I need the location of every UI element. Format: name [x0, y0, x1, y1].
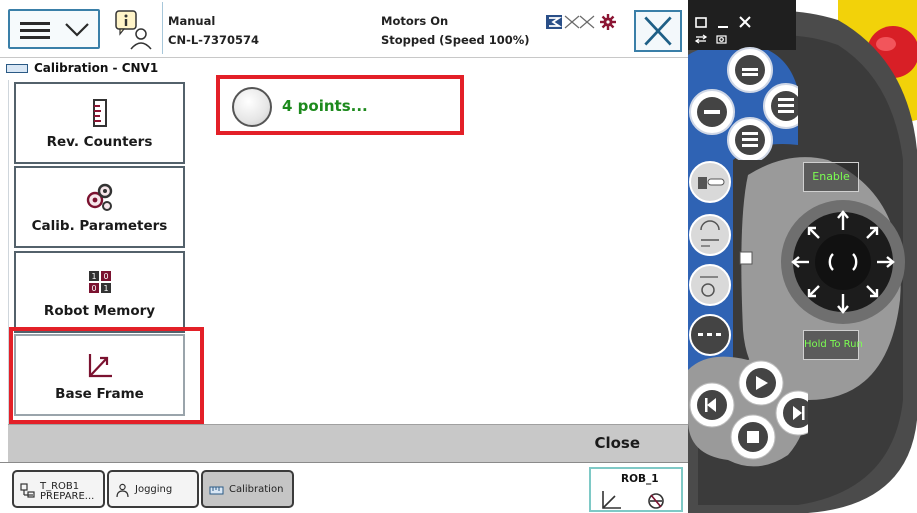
svg-text:0: 0: [91, 284, 96, 293]
jogging-icon: [116, 483, 129, 498]
base-frame-icon: [88, 354, 112, 378]
view-title-bar: Calibration - CNV1: [0, 58, 688, 80]
programmable-key-1: [727, 47, 773, 93]
operating-mode-block: Manual CN-L-7370574: [168, 12, 259, 50]
close-window-button[interactable]: [634, 10, 682, 52]
programmable-key-3: [763, 83, 798, 129]
mechanical-unit-icon: [564, 15, 595, 29]
command-bar: Close: [8, 424, 688, 462]
close-icon: [644, 16, 672, 46]
svg-text:0: 0: [103, 272, 108, 281]
top-status-bar: Manual CN-L-7370574 Motors On Stopped (S…: [0, 0, 688, 58]
controller-state-block: Motors On Stopped (Speed 100%): [381, 12, 530, 50]
event-log-icon[interactable]: [112, 8, 156, 52]
program-state: Stopped (Speed 100%): [381, 33, 530, 47]
motion-mode-key: [689, 214, 731, 256]
increment-key: [689, 314, 731, 356]
task-jogging-label: Jogging: [135, 484, 173, 495]
task-program-line2: PREPARE...: [40, 491, 95, 502]
svg-text:1: 1: [103, 284, 108, 293]
rev-counters-label: Rev. Counters: [46, 134, 153, 150]
calib-parameters-icon: [86, 183, 112, 211]
task-program[interactable]: T_ROB1 PREPARE...: [12, 470, 105, 508]
robot-unit-label: ROB_1: [621, 473, 659, 485]
four-points-label: 4 points...: [282, 97, 368, 115]
programmable-key-4: [727, 117, 773, 160]
task-calibration[interactable]: Calibration: [201, 470, 294, 508]
controller-id: CN-L-7370574: [168, 33, 259, 47]
taskbar: T_ROB1 PREPARE... Jogging Calibration RO…: [0, 462, 688, 513]
coordinate-system-icon: [602, 491, 664, 509]
app-root: Manual CN-L-7370574 Motors On Stopped (S…: [0, 0, 917, 513]
settings-gear-icon: [600, 14, 616, 30]
quickset-mechanical-unit[interactable]: ROB_1: [589, 467, 683, 512]
motors-state: Motors On: [381, 14, 449, 28]
robot-memory-label: Robot Memory: [43, 303, 156, 319]
program-status-icon: [546, 15, 562, 29]
virtual-flexpendant-device: Enable Hold To Run: [688, 0, 917, 513]
calib-parameters-button[interactable]: Calib. Parameters: [14, 166, 185, 248]
robot-memory-button[interactable]: 1 0 0 1 Robot Memory: [14, 251, 185, 333]
hold-to-run-button[interactable]: Hold To Run: [803, 330, 863, 360]
step-forward-button: [775, 390, 808, 436]
calibration-view-icon: [6, 64, 28, 73]
calibration-icon: [209, 486, 224, 495]
view-title: Calibration - CNV1: [34, 61, 159, 75]
select-mechanical-unit-key: [689, 161, 731, 203]
stop-button: [730, 414, 776, 460]
close-device-icon: [739, 16, 751, 28]
operating-mode: Manual: [168, 14, 216, 28]
svg-text:1: 1: [91, 272, 96, 281]
linear-reorient-key: [689, 264, 731, 306]
option-radio-button[interactable]: [232, 87, 272, 127]
task-jogging[interactable]: Jogging: [107, 470, 199, 508]
task-calibration-label: Calibration: [229, 484, 284, 495]
status-icons: [546, 14, 616, 30]
abb-menu-button[interactable]: [8, 9, 100, 49]
motion-mode-keys: [689, 161, 731, 356]
calib-parameters-label: Calib. Parameters: [31, 218, 168, 234]
four-points-option[interactable]: 4 points...: [230, 85, 456, 129]
rev-counters-button[interactable]: Rev. Counters: [14, 82, 185, 164]
program-execution-keys: [689, 360, 808, 460]
base-frame-label: Base Frame: [55, 386, 144, 402]
programmable-keys: [689, 47, 798, 160]
joystick-indicator-icon: [739, 251, 753, 265]
step-backward-button: [689, 382, 735, 428]
rev-counters-icon: [92, 99, 107, 127]
base-frame-button[interactable]: Base Frame: [14, 334, 185, 416]
hamburger-icon: [20, 22, 50, 39]
programmable-key-2: [689, 89, 735, 135]
enable-button[interactable]: Enable: [803, 162, 859, 192]
robot-memory-icon: 1 0 0 1: [88, 271, 111, 293]
start-button: [738, 360, 784, 406]
program-icon: [20, 483, 35, 498]
maximize-icon: [695, 17, 707, 28]
chevron-down-icon: [65, 23, 89, 37]
pendant-screen: Manual CN-L-7370574 Motors On Stopped (S…: [0, 0, 688, 513]
divider: [162, 2, 163, 54]
joystick[interactable]: [733, 190, 917, 330]
close-button[interactable]: Close: [594, 434, 640, 452]
